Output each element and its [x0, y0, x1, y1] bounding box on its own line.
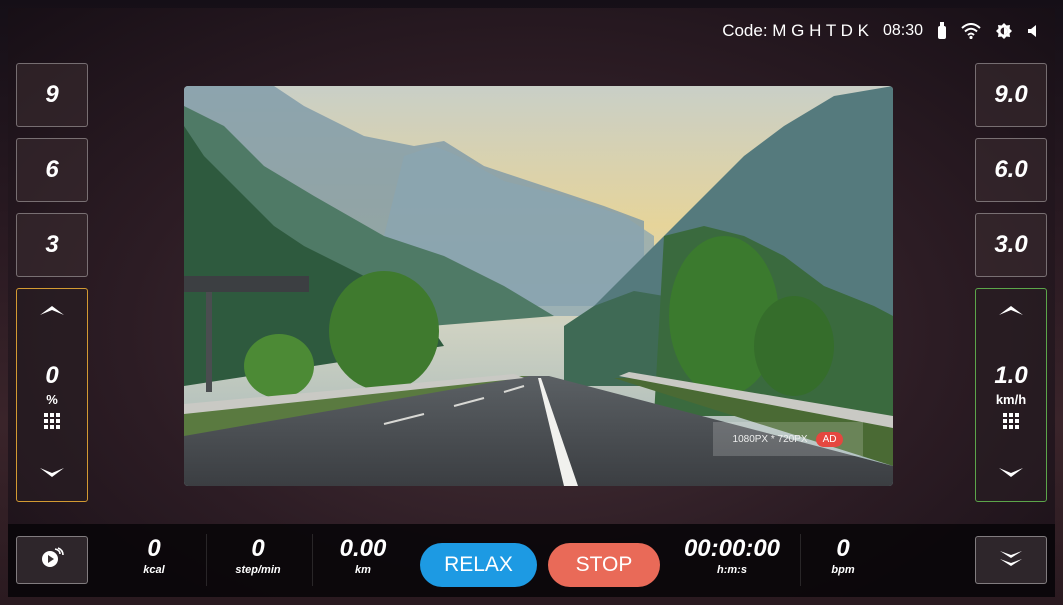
- treadmill-screen: Code: M G H T D K 08:30 9 6 3 0 % 9.0 6.…: [8, 8, 1055, 597]
- distance-value: 0.00: [339, 535, 387, 562]
- incline-control: 0 %: [16, 288, 88, 502]
- heart-rate-unit: bpm: [831, 564, 855, 576]
- steps-stat: 0 step/min: [213, 535, 303, 577]
- divider: [800, 534, 801, 586]
- heart-rate-value: 0: [836, 535, 850, 562]
- speed-control: 1.0 km/h: [975, 288, 1047, 502]
- chevron-up-icon[interactable]: [997, 303, 1025, 322]
- calories-unit: kcal: [143, 564, 165, 576]
- usb-icon: [937, 22, 947, 40]
- incline-preset-6[interactable]: 6: [16, 138, 88, 202]
- steps-value: 0: [251, 535, 265, 562]
- incline-value: 0: [45, 361, 59, 389]
- relax-button[interactable]: RELAX: [420, 543, 537, 587]
- speed-preset-6[interactable]: 6.0: [975, 138, 1047, 202]
- clock: 08:30: [882, 22, 923, 39]
- media-icon: [40, 546, 64, 574]
- incline-panel: 9 6 3 0 %: [16, 63, 88, 502]
- double-chevron-down-icon: [998, 548, 1024, 573]
- device-code: Code: M G H T D K: [722, 21, 869, 40]
- status-bar: Code: M G H T D K 08:30: [722, 16, 1041, 46]
- ad-size-text: 1080PX * 720PX: [732, 433, 808, 445]
- distance-unit: km: [355, 564, 371, 576]
- keypad-icon[interactable]: [1003, 412, 1019, 429]
- speed-panel: 9.0 6.0 3.0 1.0 km/h: [975, 63, 1047, 502]
- speed-unit: km/h: [995, 391, 1027, 407]
- incline-unit: %: [46, 391, 58, 407]
- steps-unit: step/min: [235, 564, 281, 576]
- ad-banner[interactable]: 1080PX * 720PX AD: [713, 422, 863, 456]
- speed-preset-3[interactable]: 3.0: [975, 213, 1047, 277]
- scenery-video[interactable]: 1080PX * 720PX AD: [184, 86, 893, 486]
- speed-preset-9[interactable]: 9.0: [975, 63, 1047, 127]
- heart-rate-stat: 0 bpm: [808, 535, 878, 577]
- speed-value: 1.0: [994, 361, 1028, 389]
- time-stat: 00:00:00 h:m:s: [672, 535, 792, 577]
- volume-icon[interactable]: [1027, 24, 1041, 38]
- collapse-button[interactable]: [975, 536, 1047, 584]
- brightness-icon[interactable]: [995, 22, 1013, 40]
- keypad-icon[interactable]: [44, 412, 60, 429]
- chevron-down-icon[interactable]: [997, 466, 1025, 485]
- time-value: 00:00:00: [683, 535, 781, 562]
- incline-preset-9[interactable]: 9: [16, 63, 88, 127]
- distance-stat: 0.00 km: [323, 535, 403, 577]
- divider: [312, 534, 313, 586]
- chevron-up-icon[interactable]: [38, 303, 66, 322]
- media-button[interactable]: [16, 536, 88, 584]
- calories-stat: 0 kcal: [114, 535, 194, 577]
- calories-value: 0: [147, 535, 161, 562]
- ad-badge: AD: [815, 431, 844, 447]
- time-unit: h:m:s: [717, 564, 747, 576]
- bottom-bar: 0 kcal 0 step/min 0.00 km RELAX STOP 00:…: [8, 524, 1055, 597]
- divider: [206, 534, 207, 586]
- chevron-down-icon[interactable]: [38, 466, 66, 485]
- wifi-icon: [961, 23, 981, 39]
- incline-preset-3[interactable]: 3: [16, 213, 88, 277]
- stop-button[interactable]: STOP: [548, 543, 660, 587]
